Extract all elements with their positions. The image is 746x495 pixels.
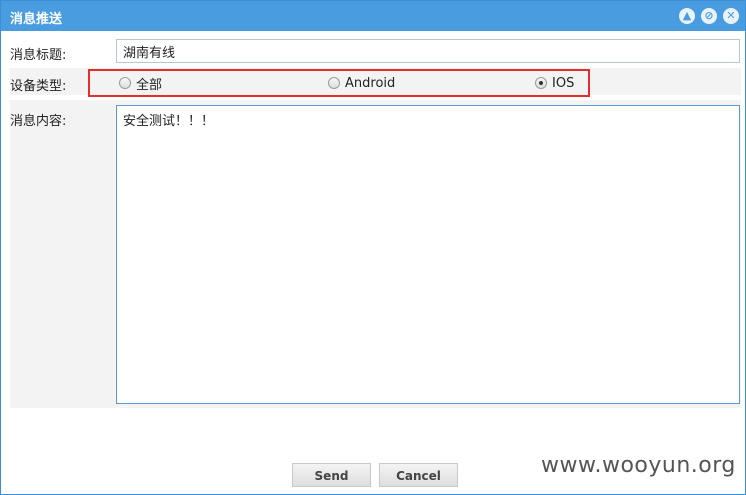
radio-button[interactable] [119,77,131,89]
radio-button-checked[interactable] [535,77,547,89]
device-option-ios[interactable]: IOS [535,74,574,92]
chevron-up-icon[interactable]: ▲ [679,8,695,24]
device-option-label: 全部 [136,77,163,93]
minus-circle-icon[interactable]: ⊘ [701,8,717,24]
device-option-label: IOS [552,75,575,91]
close-icon[interactable]: ✕ [723,8,739,24]
message-content-textarea[interactable]: 安全测试！！！ [116,105,740,404]
device-type-label: 设备类型: [10,79,67,94]
message-title-input[interactable] [116,39,740,63]
cancel-button[interactable]: Cancel [379,463,458,487]
dialog-title: 消息推送 [10,12,63,27]
device-option-android[interactable]: Android [328,74,395,92]
title-label: 消息标题: [10,48,67,63]
dialog-titlebar[interactable]: 消息推送 ▲ ⊘ ✕ [1,1,745,31]
send-button[interactable]: Send [292,463,371,487]
device-option-label: Android [345,75,396,91]
radio-button[interactable] [328,77,340,89]
content-label: 消息内容: [10,114,67,129]
message-push-dialog: 消息推送 ▲ ⊘ ✕ 消息标题: 设备类型: 全部 Android IOS 消息… [0,0,746,495]
device-option-all[interactable]: 全部 [119,74,163,93]
watermark-text: www.wooyun.org [541,453,736,478]
